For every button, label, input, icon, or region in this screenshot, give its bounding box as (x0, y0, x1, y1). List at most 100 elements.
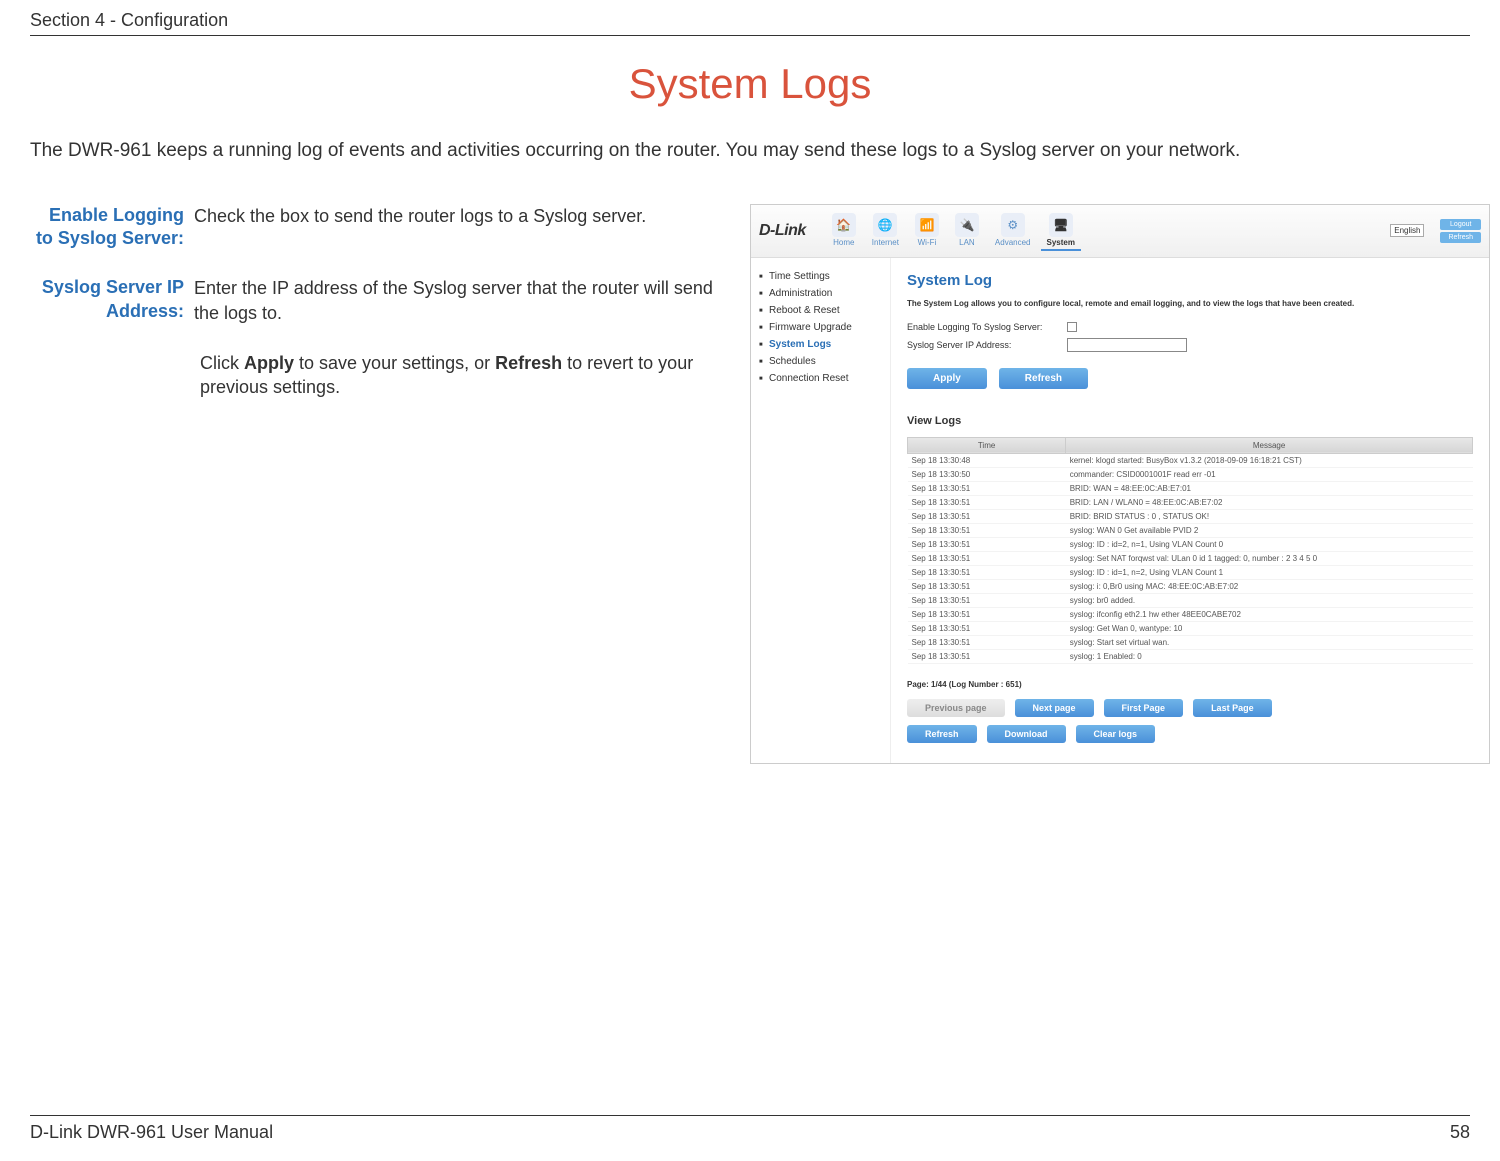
last-page-button[interactable]: Last Page (1193, 699, 1272, 717)
apply-button[interactable]: Apply (907, 368, 987, 389)
content-row: Enable Logging to Syslog Server: Check t… (30, 204, 1470, 764)
table-row: Sep 18 13:30:51BRID: WAN = 48:EE:0C:AB:E… (908, 481, 1473, 495)
cell-time: Sep 18 13:30:51 (908, 649, 1066, 663)
cell-time: Sep 18 13:30:51 (908, 579, 1066, 593)
tab-home[interactable]: 🏠Home (826, 211, 862, 251)
globe-icon: 🌐 (873, 213, 897, 237)
nav-buttons-row1: Previous page Next page First Page Last … (907, 699, 1473, 717)
system-icon: 🖥 (1049, 213, 1073, 237)
def-label-ip: Syslog Server IP Address: (30, 276, 190, 325)
def-label-enable: Enable Logging to Syslog Server: (30, 204, 190, 251)
def-row-ip: Syslog Server IP Address: Enter the IP a… (30, 276, 730, 325)
form-row-ip: Syslog Server IP Address: (907, 338, 1473, 352)
refresh-button[interactable]: Refresh (1440, 232, 1481, 243)
cell-time: Sep 18 13:30:51 (908, 523, 1066, 537)
next-page-button[interactable]: Next page (1015, 699, 1094, 717)
th-time: Time (908, 437, 1066, 453)
footer-right: 58 (1450, 1122, 1470, 1143)
cell-message: BRID: LAN / WLAN0 = 48:EE:0C:AB:E7:02 (1066, 495, 1473, 509)
router-sidebar: Time Settings Administration Reboot & Re… (751, 258, 891, 763)
advanced-icon: ⚙ (1001, 213, 1025, 237)
router-main: System Log The System Log allows you to … (891, 258, 1489, 763)
cell-message: syslog: WAN 0 Get available PVID 2 (1066, 523, 1473, 537)
note-pre: Click (200, 353, 244, 373)
dlink-logo: D-Link (759, 222, 806, 240)
cell-time: Sep 18 13:30:51 (908, 551, 1066, 565)
cell-time: Sep 18 13:30:51 (908, 593, 1066, 607)
table-row: Sep 18 13:30:51syslog: 1 Enabled: 0 (908, 649, 1473, 663)
intro-text: The DWR-961 keeps a running log of event… (30, 138, 1470, 164)
table-row: Sep 18 13:30:51BRID: LAN / WLAN0 = 48:EE… (908, 495, 1473, 509)
enable-checkbox[interactable] (1067, 322, 1077, 332)
tab-wifi[interactable]: 📶Wi-Fi (909, 211, 945, 251)
home-icon: 🏠 (832, 213, 856, 237)
cell-time: Sep 18 13:30:51 (908, 621, 1066, 635)
form-label-enable: Enable Logging To Syslog Server: (907, 322, 1057, 332)
ip-input[interactable] (1067, 338, 1187, 352)
first-page-button[interactable]: First Page (1104, 699, 1184, 717)
cell-message: syslog: 1 Enabled: 0 (1066, 649, 1473, 663)
def-desc-enable: Check the box to send the router logs to… (190, 204, 730, 251)
form-row-enable: Enable Logging To Syslog Server: (907, 322, 1473, 332)
sidebar-item-syslogs[interactable]: System Logs (759, 336, 882, 353)
cell-message: syslog: Start set virtual wan. (1066, 635, 1473, 649)
sidebar-item-firmware[interactable]: Firmware Upgrade (759, 319, 882, 336)
tab-wifi-label: Wi-Fi (918, 238, 937, 247)
table-row: Sep 18 13:30:51syslog: Set NAT forqwst v… (908, 551, 1473, 565)
page-header: Section 4 - Configuration (30, 10, 1470, 36)
form-buttons: Apply Refresh (907, 368, 1473, 389)
tab-advanced-label: Advanced (995, 238, 1031, 247)
sidebar-item-schedules[interactable]: Schedules (759, 353, 882, 370)
language-select[interactable]: English (1390, 224, 1424, 237)
tab-system[interactable]: 🖥System (1041, 211, 1081, 251)
tab-internet[interactable]: 🌐Internet (866, 211, 905, 251)
cell-message: syslog: ifconfig eth2.1 hw ether 48EE0CA… (1066, 607, 1473, 621)
section-label: Section 4 - Configuration (30, 10, 1470, 31)
table-row: Sep 18 13:30:51syslog: Start set virtual… (908, 635, 1473, 649)
page-title: System Logs (30, 60, 1470, 108)
cell-time: Sep 18 13:30:51 (908, 537, 1066, 551)
cell-time: Sep 18 13:30:50 (908, 467, 1066, 481)
note-refresh: Refresh (495, 353, 562, 373)
footer-left: D-Link DWR-961 User Manual (30, 1122, 273, 1143)
tab-lan[interactable]: 🔌LAN (949, 211, 985, 251)
refresh-form-button[interactable]: Refresh (999, 368, 1088, 389)
refresh-logs-button[interactable]: Refresh (907, 725, 977, 743)
note-mid: to save your settings, or (294, 353, 495, 373)
prev-page-button[interactable]: Previous page (907, 699, 1005, 717)
note-apply: Apply (244, 353, 294, 373)
page-info: Page: 1/44 (Log Number : 651) (907, 680, 1473, 689)
cell-message: syslog: br0 added. (1066, 593, 1473, 607)
download-button[interactable]: Download (987, 725, 1066, 743)
table-row: Sep 18 13:30:51syslog: br0 added. (908, 593, 1473, 607)
form-label-ip: Syslog Server IP Address: (907, 340, 1057, 350)
router-body: Time Settings Administration Reboot & Re… (751, 258, 1489, 763)
page-footer: D-Link DWR-961 User Manual 58 (30, 1115, 1470, 1143)
cell-message: syslog: Set NAT forqwst val: ULan 0 id 1… (1066, 551, 1473, 565)
cell-message: syslog: Get Wan 0, wantype: 10 (1066, 621, 1473, 635)
logout-button[interactable]: Logout (1440, 219, 1481, 230)
sidebar-item-connreset[interactable]: Connection Reset (759, 370, 882, 387)
cell-time: Sep 18 13:30:51 (908, 635, 1066, 649)
sidebar-item-time[interactable]: Time Settings (759, 268, 882, 285)
cell-message: BRID: BRID STATUS : 0 , STATUS OK! (1066, 509, 1473, 523)
tab-internet-label: Internet (872, 238, 899, 247)
definitions: Enable Logging to Syslog Server: Check t… (30, 204, 730, 764)
cell-time: Sep 18 13:30:48 (908, 453, 1066, 467)
log-table: Time Message Sep 18 13:30:48kernel: klog… (907, 437, 1473, 664)
table-row: Sep 18 13:30:51syslog: WAN 0 Get availab… (908, 523, 1473, 537)
cell-time: Sep 18 13:30:51 (908, 509, 1066, 523)
cell-message: commander: CSID0001001F read err -01 (1066, 467, 1473, 481)
cell-message: syslog: ID : id=2, n=1, Using VLAN Count… (1066, 537, 1473, 551)
table-row: Sep 18 13:30:51syslog: ID : id=2, n=1, U… (908, 537, 1473, 551)
clear-logs-button[interactable]: Clear logs (1076, 725, 1156, 743)
table-row: Sep 18 13:30:51syslog: ID : id=1, n=2, U… (908, 565, 1473, 579)
tab-system-label: System (1047, 238, 1075, 247)
table-row: Sep 18 13:30:51syslog: Get Wan 0, wantyp… (908, 621, 1473, 635)
sidebar-item-reboot[interactable]: Reboot & Reset (759, 302, 882, 319)
corner-buttons: Logout Refresh (1440, 219, 1481, 243)
sidebar-item-admin[interactable]: Administration (759, 285, 882, 302)
def-row-enable: Enable Logging to Syslog Server: Check t… (30, 204, 730, 251)
tab-advanced[interactable]: ⚙Advanced (989, 211, 1037, 251)
extra-note: Click Apply to save your settings, or Re… (200, 351, 730, 400)
